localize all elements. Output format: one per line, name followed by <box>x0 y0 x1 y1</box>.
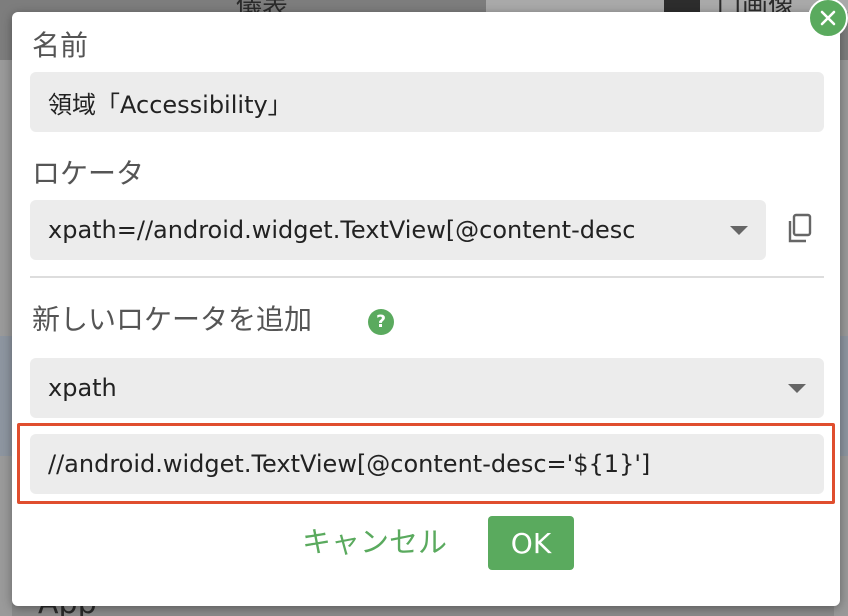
locator-select-value: xpath=//android.widget.TextView[@content… <box>48 216 636 244</box>
highlight-annotation <box>17 423 835 504</box>
copy-icon[interactable] <box>786 213 814 245</box>
locator-strategy-select[interactable]: xpath <box>30 358 824 418</box>
cancel-button[interactable]: キャンセル <box>302 522 447 562</box>
chevron-down-icon <box>730 226 748 235</box>
background-dark-block <box>664 0 700 12</box>
ok-button[interactable]: OK <box>488 516 574 570</box>
help-icon-glyph: ? <box>376 312 386 332</box>
help-icon[interactable]: ? <box>368 309 394 335</box>
locator-select[interactable]: xpath=//android.widget.TextView[@content… <box>30 200 766 260</box>
locator-label: ロケータ <box>32 157 145 190</box>
ok-button-label: OK <box>510 526 552 560</box>
name-label: 名前 <box>32 29 89 62</box>
chevron-down-icon <box>788 384 806 393</box>
name-input-value: 領域「Accessibility」 <box>48 90 292 119</box>
divider <box>30 276 824 278</box>
add-locator-label: 新しいロケータを追加 <box>32 303 313 336</box>
name-input[interactable]: 領域「Accessibility」 <box>30 72 824 132</box>
locator-strategy-value: xpath <box>48 374 117 402</box>
close-icon <box>820 10 836 26</box>
